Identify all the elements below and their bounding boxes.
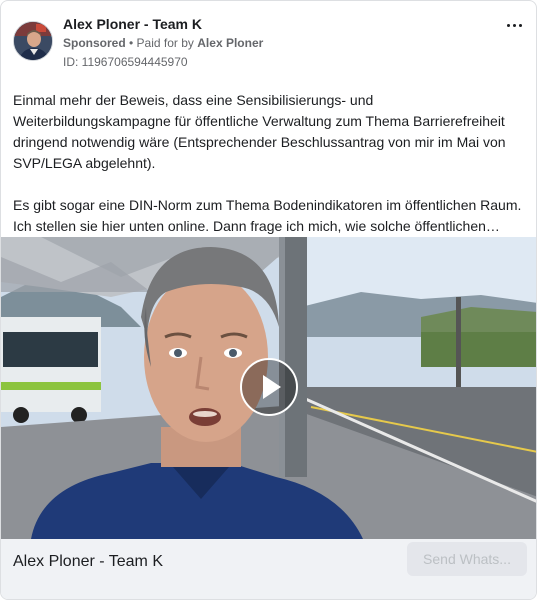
sponsored-line: Sponsored • Paid for by Alex Ploner [63,36,263,50]
play-button[interactable] [240,358,298,416]
more-options-button[interactable] [502,15,526,35]
paid-for-by-label: Paid for by [136,36,194,50]
ad-footer: Alex Ploner - Team K Send Whats... [1,539,536,599]
play-icon [263,375,281,399]
more-horizontal-icon [505,23,523,27]
ad-body-text: Einmal mehr der Beweis, dass eine Sensib… [13,90,528,237]
ad-header: Alex Ploner - Team K Sponsored • Paid fo… [13,15,524,69]
ad-card: Alex Ploner - Team K Sponsored • Paid fo… [0,0,537,600]
advertiser-name[interactable]: Alex Ploner [197,36,263,50]
ad-id: ID: 1196706594445970 [63,55,188,69]
sponsored-label: Sponsored [63,36,126,50]
footer-page-name[interactable]: Alex Ploner - Team K [13,553,163,571]
body-paragraph-1: Einmal mehr der Beweis, dass eine Sensib… [13,92,506,171]
avatar[interactable] [13,21,53,61]
avatar-image [14,22,52,60]
body-paragraph-2: Es gibt sogar eine DIN-Norm zum Thema Bo… [13,197,522,234]
send-whatsapp-button[interactable]: Send Whats... [407,542,527,576]
meta-separator: • [125,36,137,50]
page-name[interactable]: Alex Ploner - Team K [63,16,202,32]
